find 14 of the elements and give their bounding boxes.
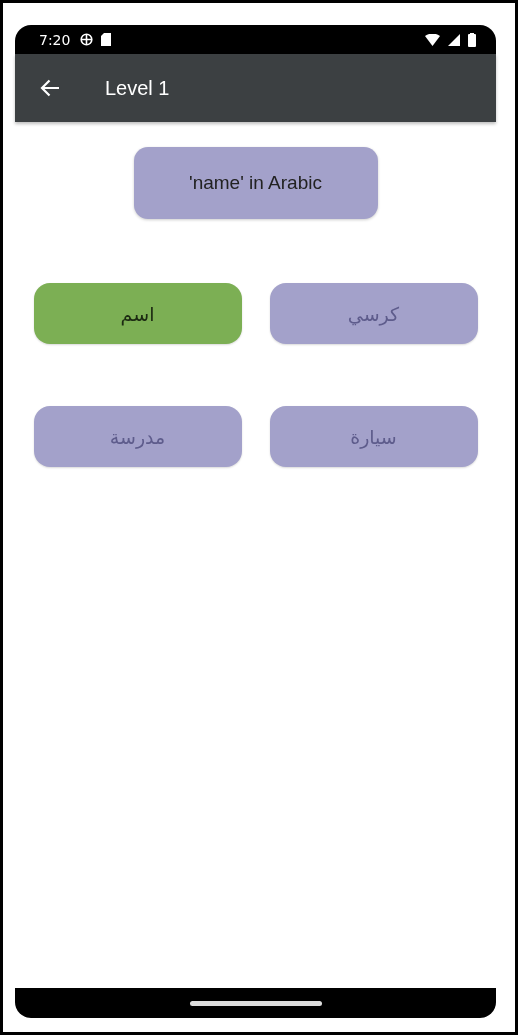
sd-card-icon [101, 33, 112, 46]
answer-option[interactable]: كرسي [269, 283, 478, 344]
battery-icon [468, 32, 476, 47]
answer-option[interactable]: اسم [33, 283, 242, 344]
signal-icon [448, 33, 460, 46]
app-bar-title: Level 1 [105, 76, 170, 100]
answer-option[interactable]: سيارة [269, 406, 478, 467]
answer-option[interactable]: مدرسة [33, 406, 242, 467]
wifi-icon [425, 33, 440, 46]
status-time: 7:20 [39, 31, 71, 48]
question-card: 'name' in Arabic [133, 147, 378, 219]
globe-icon [80, 33, 94, 46]
back-arrow-icon[interactable] [40, 79, 60, 97]
home-handle[interactable] [189, 1000, 322, 1006]
